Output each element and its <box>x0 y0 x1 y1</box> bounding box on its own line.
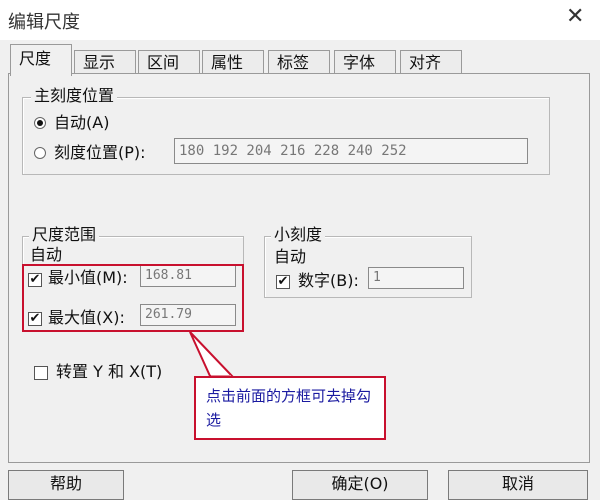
ok-button[interactable]: 确定(O) <box>292 470 428 500</box>
cancel-button[interactable]: 取消 <box>448 470 588 500</box>
help-button[interactable]: 帮助 <box>8 470 124 500</box>
annotation-note: 点击前面的方框可去掉勾选 <box>194 376 386 440</box>
tab-scale[interactable]: 尺度 <box>10 44 72 76</box>
